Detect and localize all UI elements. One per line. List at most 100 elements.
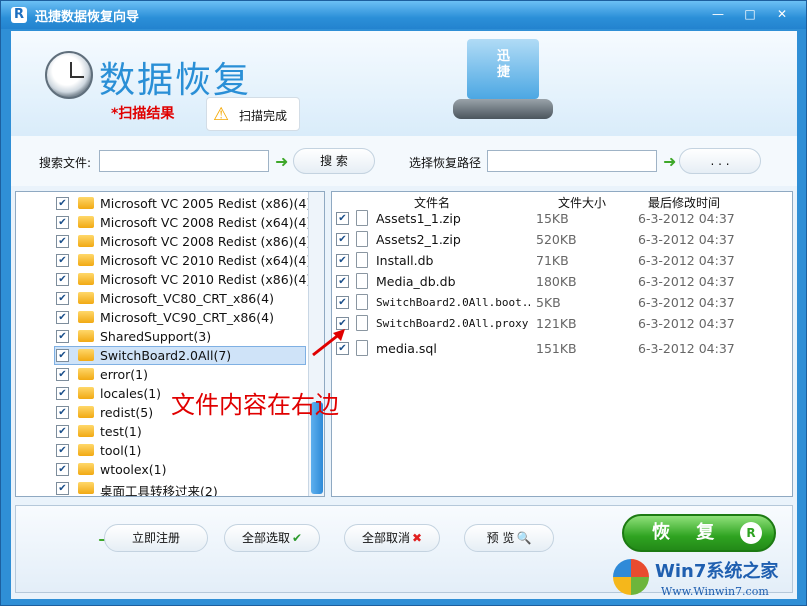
tree-item[interactable]: ✔ tool(1) [16,441,312,460]
windows-logo-icon [613,559,649,595]
tree-item-label: tool(1) [100,443,142,458]
tree-item-checkbox[interactable]: ✔ [56,444,69,457]
deselect-all-button[interactable]: 全部取消 ✖ [344,524,440,552]
search-button[interactable]: 搜 索 [293,148,375,174]
tree-item-checkbox[interactable]: ✔ [56,235,69,248]
tree-item-checkbox[interactable]: ✔ [56,197,69,210]
browse-button[interactable]: . . . [679,148,761,174]
file-size: 71KB [536,253,569,268]
tree-item-checkbox[interactable]: ✔ [56,254,69,267]
file-modified: 6-3-2012 04:37 [638,295,735,310]
tree-item[interactable]: ✔ test(1) [16,422,312,441]
tree-item-label: Microsoft VC 2008 Redist (x64)(4) [100,215,312,230]
file-row[interactable]: ✔ Assets2_1.zip 520KB 6-3-2012 04:37 [332,229,792,250]
close-button[interactable]: ✕ [769,5,795,23]
file-size: 180KB [536,274,577,289]
maximize-button[interactable]: □ [737,5,763,23]
file-row[interactable]: ✔ Install.db 71KB 6-3-2012 04:37 [332,250,792,271]
client-area: 数据恢复 *扫描结果 ⚠ 扫描完成 迅 捷 搜索文件: ➜ 搜 索 选择恢复路径… [11,31,797,599]
tree-item[interactable]: ✔ Microsoft_VC80_CRT_x86(4) [16,289,312,308]
select-all-button[interactable]: 全部选取 ✔ [224,524,320,552]
minimize-button[interactable]: — [705,5,731,23]
tree-item[interactable]: ✔ SharedSupport(3) [16,327,312,346]
file-name: Install.db [376,253,434,268]
tree-item-label: Microsoft_VC90_CRT_x86(4) [100,310,274,325]
file-row[interactable]: ✔ SwitchBoard2.0All.boot.… 5KB 6-3-2012 04:… [332,292,792,313]
tree-item-checkbox[interactable]: ✔ [56,425,69,438]
warning-icon: ⚠ [213,104,230,125]
folder-icon [78,349,94,361]
file-name: SwitchBoard2.0All.boot.… [376,296,530,309]
tree-item-checkbox[interactable]: ✔ [56,482,69,495]
tree-item-checkbox[interactable]: ✔ [56,330,69,343]
tree-item-checkbox[interactable]: ✔ [56,406,69,419]
folder-icon [78,425,94,437]
folder-icon [78,330,94,342]
folder-tree[interactable]: ✔ Microsoft VC 2005 Redist (x86)(4) ✔ Micro… [15,191,325,497]
file-row[interactable]: ✔ Media_db.db 180KB 6-3-2012 04:37 [332,271,792,292]
select-all-label: 全部选取 [241,531,290,545]
file-name: SwitchBoard2.0All.proxy.… [376,317,530,330]
file-name: Assets2_1.zip [376,232,461,247]
recover-path-label: 选择恢复路径 [409,156,482,170]
arrow-right-icon: ➜ [663,152,677,171]
recover-button[interactable]: 恢 复 R [622,514,776,552]
watermark-title: Win7系统之家 [655,561,779,582]
file-size: 520KB [536,232,577,247]
tree-item-checkbox[interactable]: ✔ [56,368,69,381]
document-icon [356,273,368,289]
arrow-right-icon: ➜ [275,152,289,171]
tree-item[interactable]: ✔ 桌面工具转移过来(2) [16,479,312,497]
tree-item[interactable]: ✔ Microsoft VC 2008 Redist (x64)(4) [16,213,312,232]
tree-item-checkbox[interactable]: ✔ [56,273,69,286]
scan-result-label: *扫描结果 [111,106,175,122]
tree-item[interactable]: ✔ wtoolex(1) [16,460,312,479]
search-file-input[interactable] [99,150,269,172]
drive-icon: 迅 捷 [453,39,553,127]
register-label: 立即注册 [131,531,180,545]
tree-item[interactable]: ✔ Microsoft VC 2010 Redist (x86)(4) [16,270,312,289]
tree-item[interactable]: ✔ SwitchBoard2.0All(7) [16,346,312,365]
scan-status-text: 扫描完成 [239,109,288,123]
tree-item-checkbox[interactable]: ✔ [56,311,69,324]
file-row-checkbox[interactable]: ✔ [336,254,349,267]
file-row-checkbox[interactable]: ✔ [336,212,349,225]
file-row-checkbox[interactable]: ✔ [336,233,349,246]
folder-icon [78,482,94,494]
search-file-label: 搜索文件: [39,156,92,170]
tree-item-checkbox[interactable]: ✔ [56,387,69,400]
file-row[interactable]: ✔ SwitchBoard2.0All.proxy.… 121KB 6-3-2012 … [332,313,792,334]
tree-item-checkbox[interactable]: ✔ [56,349,69,362]
tree-item-label: 桌面工具转移过来(2) [100,484,218,497]
file-row[interactable]: ✔ media.sql 151KB 6-3-2012 04:37 [332,338,792,359]
file-modified: 6-3-2012 04:37 [638,274,735,289]
file-row[interactable]: ✔ Assets1_1.zip 15KB 6-3-2012 04:37 [332,208,792,229]
tree-item-checkbox[interactable]: ✔ [56,216,69,229]
app-logo-icon: R [11,7,27,23]
tree-item-label: redist(5) [100,405,154,420]
folder-icon [78,254,94,266]
tree-item[interactable]: ✔ Microsoft VC 2008 Redist (x86)(4) [16,232,312,251]
preview-button[interactable]: 预 览 🔍 [464,524,554,552]
file-row-checkbox[interactable]: ✔ [336,296,349,309]
tree-item-label: locales(1) [100,386,162,401]
tree-item[interactable]: ✔ Microsoft VC 2005 Redist (x86)(4) [16,194,312,213]
tree-item[interactable]: ✔ Microsoft_VC90_CRT_x86(4) [16,308,312,327]
tree-item-label: test(1) [100,424,142,439]
tree-item-checkbox[interactable]: ✔ [56,463,69,476]
watermark: Win7系统之家 Www.Winwin7.com [613,557,803,605]
file-name: Media_db.db [376,274,456,289]
tree-item[interactable]: ✔ error(1) [16,365,312,384]
recover-path-input[interactable] [487,150,657,172]
window-title: 迅捷数据恢复向导 [35,10,140,25]
tree-item-checkbox[interactable]: ✔ [56,292,69,305]
drive-char: 捷 [497,65,511,80]
file-row-checkbox[interactable]: ✔ [336,275,349,288]
annotation-arrow-icon [312,329,345,357]
tree-item[interactable]: ✔ Microsoft VC 2010 Redist (x64)(4) [16,251,312,270]
document-icon [356,294,368,310]
folder-icon [78,216,94,228]
register-button[interactable]: 立即注册 [104,524,208,552]
file-list[interactable]: 文件名 文件大小 最后修改时间 ✔ Assets1_1.zip 15KB 6-3-20… [331,191,793,497]
title-bar[interactable]: R 迅捷数据恢复向导 — □ ✕ [1,1,806,29]
